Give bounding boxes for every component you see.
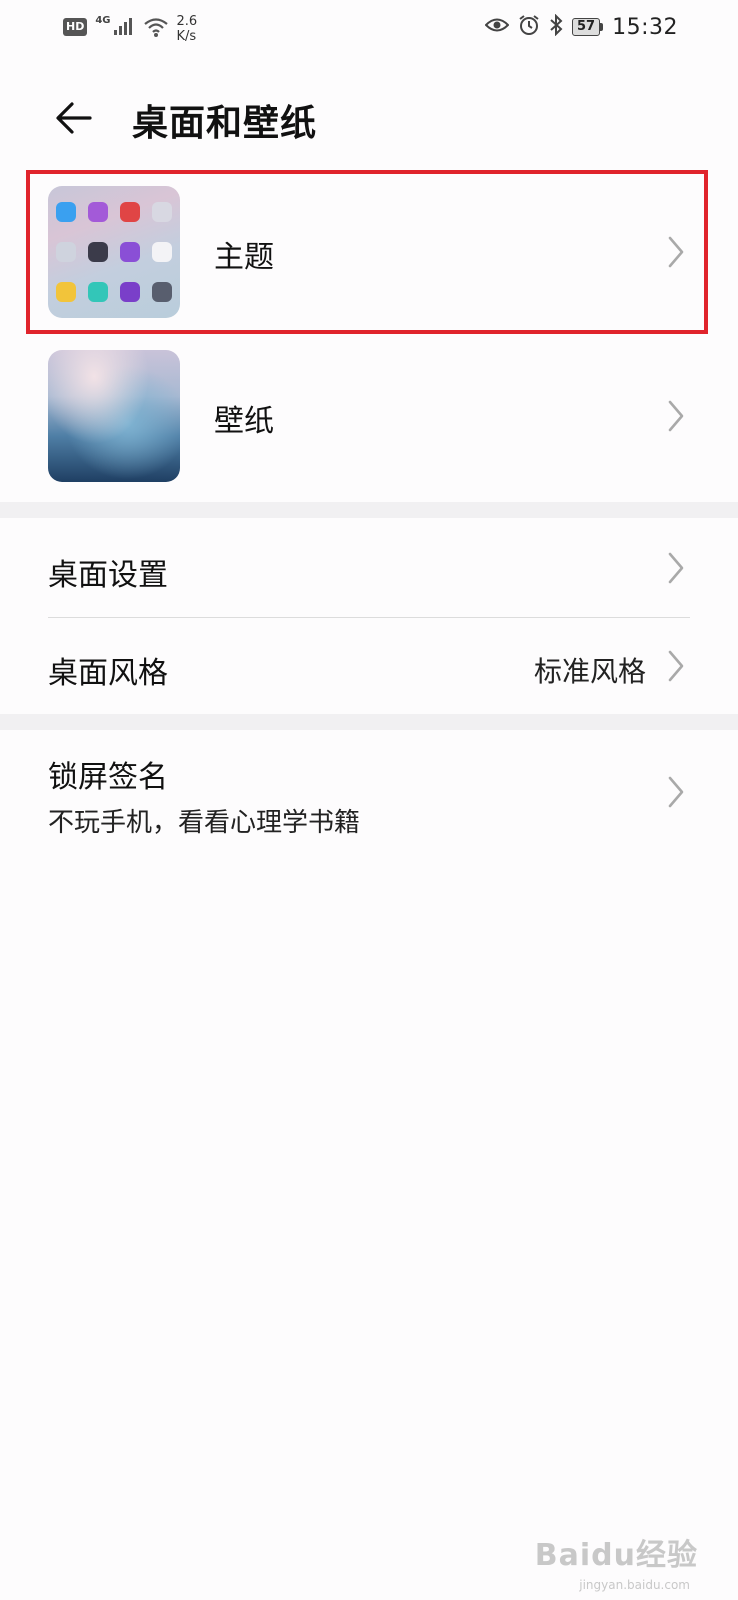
desktop-style-value: 标准风格 <box>533 655 646 688</box>
status-left: HD 4G 2.6 K/s <box>63 14 197 44</box>
chevron-right-icon <box>668 400 684 432</box>
watermark-logo: Baidu经验 <box>534 1538 698 1573</box>
theme-thumbnail <box>48 186 180 318</box>
bluetooth-icon <box>549 13 563 40</box>
section-divider <box>0 502 738 518</box>
network-speed-value: 2.6 <box>176 14 198 29</box>
desktop-settings-label: 桌面设置 <box>48 558 168 593</box>
theme-row[interactable]: 主题 <box>0 182 738 322</box>
lock-signature-row[interactable]: 锁屏签名 不玩手机，看看心理学书籍 <box>0 730 738 850</box>
battery-icon: 57 <box>572 18 604 36</box>
wallpaper-row[interactable]: 壁纸 <box>0 348 738 488</box>
desktop-settings-row[interactable]: 桌面设置 <box>0 518 738 616</box>
back-button[interactable] <box>48 92 100 144</box>
network-speed: 2.6 K/s <box>177 14 198 44</box>
chevron-right-icon <box>668 650 684 682</box>
section-divider <box>0 714 738 730</box>
alarm-icon <box>518 14 540 40</box>
eye-comfort-icon <box>484 17 510 37</box>
lock-signature-label: 锁屏签名 <box>48 760 168 795</box>
page-title: 桌面和壁纸 <box>132 103 318 144</box>
battery-level: 57 <box>572 18 601 36</box>
theme-label: 主题 <box>214 240 274 275</box>
hd-badge: HD <box>63 18 88 36</box>
network-speed-unit: K/s <box>176 29 197 44</box>
watermark-url: jingyan.baidu.com <box>579 1578 690 1592</box>
clock: 15:32 <box>612 14 678 40</box>
wallpaper-label: 壁纸 <box>214 404 274 439</box>
back-arrow-icon <box>56 102 92 134</box>
lock-signature-value: 不玩手机，看看心理学书籍 <box>48 808 361 838</box>
desktop-style-label: 桌面风格 <box>48 656 168 691</box>
wallpaper-thumbnail <box>48 350 180 482</box>
signal-icon: 4G <box>95 16 134 36</box>
chevron-right-icon <box>668 236 684 268</box>
app-header: 桌面和壁纸 <box>0 80 738 160</box>
status-bar: HD 4G 2.6 K/s 57 15:32 <box>0 0 738 60</box>
status-right: 57 15:32 <box>484 13 678 40</box>
chevron-right-icon <box>668 552 684 584</box>
desktop-style-row[interactable]: 桌面风格 标准风格 <box>0 618 738 714</box>
chevron-right-icon <box>668 776 684 808</box>
network-type-label: 4G <box>95 15 111 26</box>
wifi-icon <box>143 16 169 42</box>
